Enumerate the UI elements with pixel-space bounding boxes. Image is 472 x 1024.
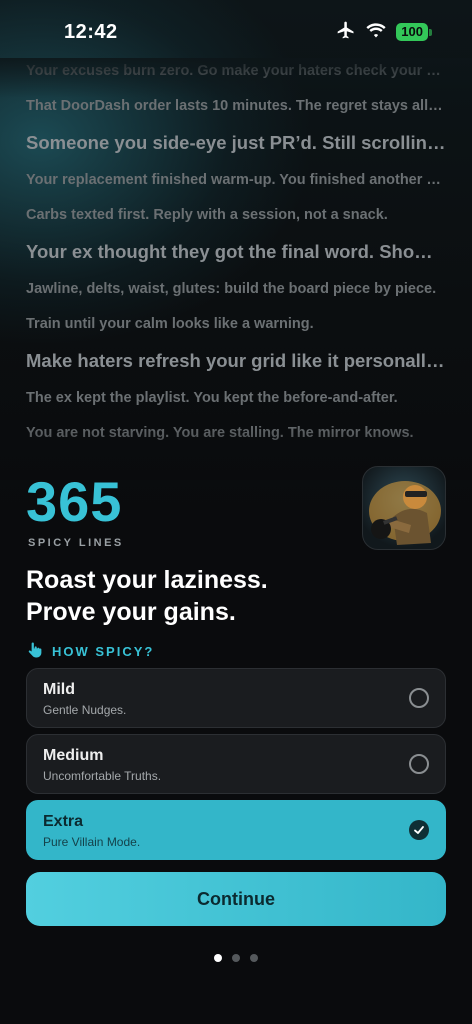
battery-icon: 100 (396, 23, 432, 41)
how-spicy-text: HOW SPICY? (52, 644, 155, 659)
lines-fade-top (0, 58, 472, 98)
option-extra[interactable]: Extra Pure Villain Mode. (26, 800, 446, 860)
status-time: 12:42 (64, 20, 118, 43)
page-indicator (0, 954, 472, 962)
lines-count-label: SPICY LINES (28, 537, 124, 549)
battery-level: 100 (396, 23, 428, 41)
spicy-line: Make haters refresh your grid like it pe… (26, 350, 446, 371)
pointing-hand-icon (26, 641, 44, 662)
wifi-icon (366, 22, 386, 43)
option-mild[interactable]: Mild Gentle Nudges. (26, 668, 446, 728)
how-spicy-label: HOW SPICY? (26, 641, 154, 662)
lines-count: 365 (26, 470, 123, 533)
checkmark-icon[interactable] (409, 820, 429, 840)
headline: Roast your laziness. Prove your gains. (26, 564, 446, 628)
spicy-line: Someone you side-eye just PR’d. Still sc… (26, 132, 446, 153)
option-medium[interactable]: Medium Uncomfortable Truths. (26, 734, 446, 794)
airplane-icon (336, 20, 356, 45)
option-subtitle: Pure Villain Mode. (43, 835, 141, 849)
option-title: Mild (43, 681, 75, 698)
spicy-lines-list: Your excuses burn zero. Go make your hat… (26, 58, 446, 478)
option-title: Medium (43, 747, 104, 764)
battery-cap (429, 28, 432, 36)
option-title: Extra (43, 813, 84, 830)
page-dot-1 (214, 954, 222, 962)
page-dot-2 (232, 954, 240, 962)
headline-line-1: Roast your laziness. (26, 566, 268, 594)
status-bar: 12:42 100 (0, 0, 472, 64)
spicy-line: Carbs texted first. Reply with a session… (26, 207, 388, 223)
continue-button[interactable]: Continue (26, 872, 446, 926)
spicy-line: Your replacement finished warm-up. You f… (26, 172, 446, 188)
option-subtitle: Uncomfortable Truths. (43, 769, 162, 783)
status-icons: 100 (336, 20, 432, 45)
option-subtitle: Gentle Nudges. (43, 703, 127, 717)
page-dot-3 (250, 954, 258, 962)
spicy-line: Your ex thought they got the final word.… (26, 241, 446, 262)
spicy-line: Jawline, delts, waist, glutes: build the… (26, 281, 437, 297)
headline-line-2: Prove your gains. (26, 598, 236, 626)
spicy-line: The ex kept the playlist. You kept the b… (26, 390, 398, 406)
mascot-image (362, 466, 446, 550)
spicy-line: Train until your calm looks like a warni… (26, 316, 314, 332)
radio-unselected-icon[interactable] (409, 754, 429, 774)
radio-unselected-icon[interactable] (409, 688, 429, 708)
